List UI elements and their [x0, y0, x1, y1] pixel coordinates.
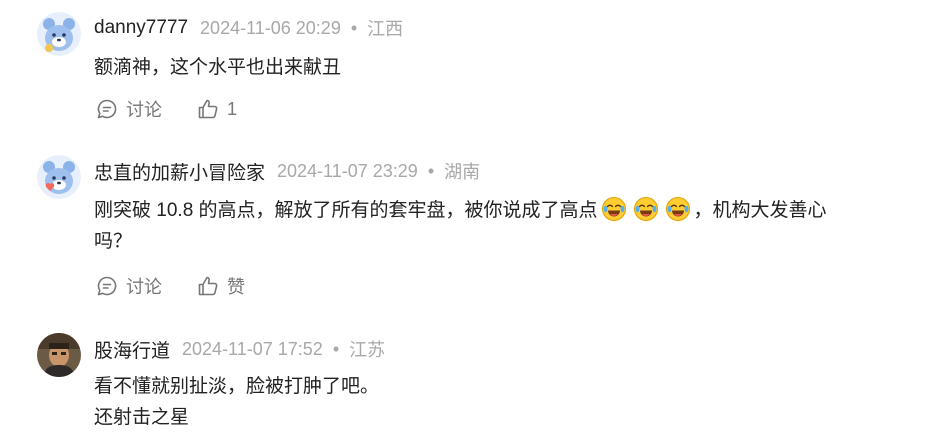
laugh-cry-emoji-icon: [601, 197, 626, 221]
comment-region: 江苏: [349, 340, 386, 360]
comment-line: 还射击之星: [94, 407, 190, 428]
reply-button[interactable]: 讨论: [95, 96, 162, 122]
comment-datetime: 2024-11-07 23:29: [277, 160, 418, 181]
comment-line: 刚突破 10.8 的高点，解放了所有的套牢盘，被你说成了高点 ，机构大发善心: [94, 195, 827, 226]
comment-text-segment: ，机构大发善心: [693, 200, 827, 221]
comment-icon: [97, 276, 117, 296]
comment-text-segment: 刚突破 10.8 的高点，解放了所有的套牢盘，被你说成了高点: [94, 200, 598, 221]
laugh-cry-emoji-icon: [633, 197, 658, 221]
avatar[interactable]: [37, 333, 81, 377]
thumbs-up-icon: [198, 99, 218, 119]
comment-line: 额滴神，这个水平也出来献丑: [94, 57, 342, 78]
thumbs-up-icon: [198, 276, 218, 296]
separator-dot: •: [427, 160, 435, 181]
separator-dot: •: [350, 17, 358, 38]
comment-text: 刚突破 10.8 的高点，解放了所有的套牢盘，被你说成了高点 ，机构大发善心 吗？: [94, 195, 827, 257]
like-count: 1: [227, 98, 238, 119]
laugh-cry-emoji-icon: [665, 197, 690, 221]
comment-region: 江西: [367, 19, 404, 39]
comment-datetime: 2024-11-06 20:29: [200, 17, 341, 38]
separator-dot: •: [332, 338, 340, 359]
avatar[interactable]: [37, 12, 81, 56]
comment-line: 看不懂就别扯淡，脸被打肿了吧。: [94, 376, 380, 397]
reply-button[interactable]: 讨论: [95, 273, 162, 299]
comment-text: 额滴神，这个水平也出来献丑: [94, 52, 341, 83]
like-label: 赞: [227, 277, 245, 297]
username[interactable]: 忠直的加薪小冒险家: [94, 158, 265, 185]
reply-label: 讨论: [126, 277, 162, 297]
comment-line: 吗？: [94, 231, 133, 252]
like-button[interactable]: 赞: [196, 273, 245, 299]
comment-region: 湖南: [444, 162, 481, 182]
avatar[interactable]: [37, 155, 81, 199]
like-button[interactable]: 1: [196, 97, 237, 121]
comment-text: 看不懂就别扯淡，脸被打肿了吧。 还射击之星: [94, 371, 379, 433]
username[interactable]: 股海行道: [94, 336, 170, 363]
reply-label: 讨论: [126, 100, 162, 120]
username[interactable]: danny7777: [94, 17, 188, 39]
comment-datetime: 2024-11-07 17:52: [182, 338, 323, 359]
comment-icon: [97, 99, 117, 119]
